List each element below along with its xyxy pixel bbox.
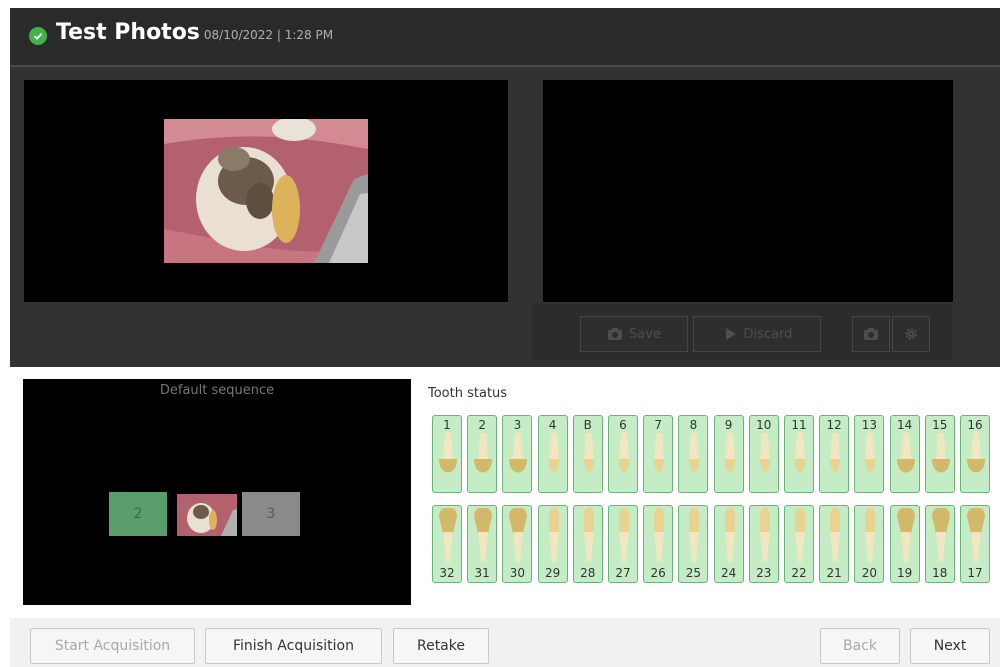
retake-button[interactable]: Retake [393,628,489,664]
gear-icon [905,328,917,340]
tooth-number: B [583,418,592,432]
tooth-status-label: Tooth status [428,386,508,401]
back-button[interactable]: Back [820,628,900,664]
finish-acquisition-button[interactable]: Finish Acquisition [205,628,382,664]
tooth-number: 12 [826,418,842,432]
tooth-number: 13 [861,418,878,432]
tooth-22[interactable]: 22 [784,505,814,583]
tooth-15[interactable]: 15 [924,415,955,493]
tooth-number: 27 [615,566,631,580]
tooth-3[interactable]: 3 [502,415,533,493]
tooth-27[interactable]: 27 [608,505,638,583]
tooth-number: 11 [791,418,807,432]
next-button[interactable]: Next [910,628,990,664]
tooth-number: 29 [544,566,561,580]
discard-button[interactable]: Discard [693,316,821,352]
camera-button[interactable] [852,316,890,352]
settings-button[interactable] [892,316,930,352]
tooth-number: 21 [826,566,842,580]
tooth-number: 32 [439,566,455,580]
tooth-number: 25 [685,566,702,580]
tooth-18[interactable]: 18 [924,505,955,583]
tooth-number: 14 [896,418,913,432]
camera-icon [864,328,878,340]
tooth-number: 3 [513,418,522,432]
tooth-31[interactable]: 31 [467,505,498,583]
tooth-9[interactable]: 9 [713,415,744,493]
tooth-number: 15 [932,418,948,432]
live-video-view [24,80,508,302]
tooth-number: 31 [474,566,490,580]
tooth-number: 16 [967,418,983,432]
tooth-number: 30 [509,566,526,580]
tooth-26[interactable]: 26 [643,505,674,583]
tooth-number: 10 [756,418,772,432]
tooth-32[interactable]: 32 [432,505,462,583]
tooth-13[interactable]: 13 [854,415,885,493]
check-circle-icon [29,27,47,45]
play-icon [725,328,736,340]
tooth-29[interactable]: 29 [537,505,568,583]
sequence-item-photo[interactable] [177,494,237,536]
tooth-number: 23 [756,566,772,580]
sequence-label: Default sequence [159,383,275,398]
title-bar: Test Photos 08/10/2022 | 1:28 PM [10,8,1000,65]
sequence-item-label: 3 [266,506,276,522]
tooth-4[interactable]: 4 [537,415,568,493]
tooth-1[interactable]: 1 [432,415,462,493]
sequence-panel: Default sequence 2 3 [23,379,411,605]
sequence-item-label: 2 [133,506,143,522]
tooth-number: 6 [619,418,627,432]
start-acquisition-button[interactable]: Start Acquisition [30,628,195,664]
tooth-10[interactable]: 10 [748,415,779,493]
tooth-21[interactable]: 21 [819,505,850,583]
tooth-19[interactable]: 19 [889,505,920,583]
captured-image-preview [543,80,953,302]
camera-icon [608,328,623,340]
title-text: Test Photos [56,20,200,45]
tooth-11[interactable]: 11 [784,415,814,493]
tooth-25[interactable]: 25 [678,505,709,583]
page-title: Test Photos 08/10/2022 | 1:28 PM [56,20,333,45]
timestamp: 08/10/2022 | 1:28 PM [203,28,334,42]
sequence-item-2[interactable]: 2 [109,492,167,536]
tooth-number: 24 [720,566,737,580]
tooth-7[interactable]: 7 [643,415,674,493]
tooth-number: 22 [791,566,807,580]
capture-toolbar: Save Discard [532,304,952,360]
tooth-30[interactable]: 30 [502,505,533,583]
tooth-20[interactable]: 20 [854,505,885,583]
tooth-6[interactable]: 6 [608,415,638,493]
tooth-8[interactable]: 8 [678,415,709,493]
tooth-14[interactable]: 14 [889,415,920,493]
tooth-number: 4 [548,418,557,432]
save-button[interactable]: Save [580,316,688,352]
sequence-item-3[interactable]: 3 [242,492,300,536]
tooth-28[interactable]: 28 [572,505,603,583]
tooth-number: 2 [478,418,486,432]
tooth-B[interactable]: B [572,415,603,493]
save-label: Save [629,326,661,342]
tooth-number: 28 [580,566,596,580]
tooth-17[interactable]: 17 [960,505,990,583]
tooth-number: 8 [689,418,698,432]
tooth-2[interactable]: 2 [467,415,498,493]
tooth-number: 17 [967,566,983,580]
tooth-number: 1 [443,418,451,432]
tooth-number: 19 [896,566,913,580]
tooth-16[interactable]: 16 [960,415,990,493]
tooth-number: 18 [932,566,948,580]
tooth-23[interactable]: 23 [748,505,779,583]
discard-label: Discard [743,326,793,342]
tooth-number: 26 [650,566,666,580]
tooth-24[interactable]: 24 [713,505,744,583]
tooth-12[interactable]: 12 [819,415,850,493]
tooth-number: 9 [724,418,733,432]
tooth-number: 20 [861,566,878,580]
tooth-number: 7 [654,418,662,432]
intraoral-photo [164,119,368,263]
